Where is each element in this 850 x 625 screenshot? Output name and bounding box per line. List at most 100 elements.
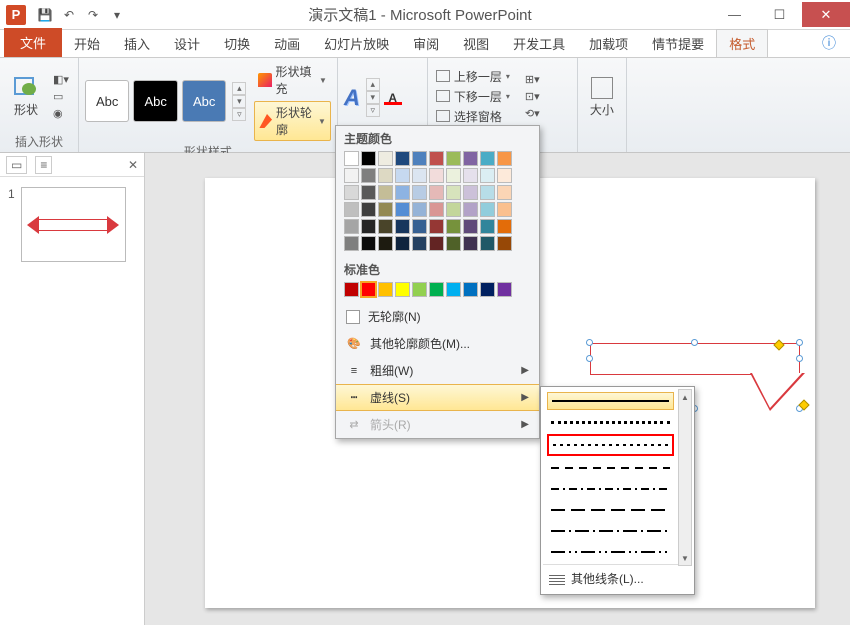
color-swatch[interactable] <box>395 236 410 251</box>
color-swatch[interactable] <box>395 151 410 166</box>
rotate-button[interactable]: ⟲▾ <box>522 106 543 121</box>
color-swatch[interactable] <box>446 219 461 234</box>
size-button[interactable]: 大小 <box>584 75 620 120</box>
color-swatch[interactable] <box>429 219 444 234</box>
color-swatch[interactable] <box>344 168 359 183</box>
tab-design[interactable]: 设计 <box>162 30 212 57</box>
color-swatch[interactable] <box>412 185 427 200</box>
color-swatch[interactable] <box>463 151 478 166</box>
color-swatch[interactable] <box>429 236 444 251</box>
slide-thumbnail[interactable] <box>21 187 126 262</box>
minimize-button[interactable]: — <box>712 2 757 27</box>
color-swatch[interactable] <box>361 185 376 200</box>
color-swatch[interactable] <box>412 202 427 217</box>
color-swatch[interactable] <box>378 185 393 200</box>
tab-animations[interactable]: 动画 <box>262 30 312 57</box>
color-swatch[interactable] <box>497 151 512 166</box>
color-swatch[interactable] <box>463 282 478 297</box>
tab-transitions[interactable]: 切换 <box>212 30 262 57</box>
color-swatch[interactable] <box>429 168 444 183</box>
color-swatch[interactable] <box>361 236 376 251</box>
tab-format[interactable]: 格式 <box>716 29 768 57</box>
tab-view[interactable]: 视图 <box>451 30 501 57</box>
tab-review[interactable]: 审阅 <box>401 30 451 57</box>
scrollbar[interactable]: ▲ ▼ <box>678 389 692 566</box>
text-fill-button[interactable]: A <box>384 91 402 105</box>
color-swatch[interactable] <box>378 219 393 234</box>
resize-handle[interactable] <box>796 339 803 346</box>
resize-handle[interactable] <box>796 355 803 362</box>
color-swatch[interactable] <box>446 202 461 217</box>
color-swatch[interactable] <box>463 219 478 234</box>
tab-insert[interactable]: 插入 <box>112 30 162 57</box>
dash-dash[interactable] <box>547 459 674 477</box>
tab-developer[interactable]: 开发工具 <box>501 30 577 57</box>
color-swatch[interactable] <box>497 168 512 183</box>
dash-long-dash[interactable] <box>547 501 674 519</box>
color-swatch[interactable] <box>480 219 495 234</box>
shape-outline-button[interactable]: 形状轮廓 ▼ <box>254 101 330 141</box>
color-swatch[interactable] <box>497 282 512 297</box>
dashes-item[interactable]: ┅ 虚线(S) ▶ <box>336 384 539 411</box>
panel-close-button[interactable]: ✕ <box>128 158 138 172</box>
edit-shape-button[interactable]: ◧▾ <box>50 72 72 87</box>
wa-up[interactable]: ▴ <box>366 78 380 91</box>
group-button[interactable]: ⊡▾ <box>522 89 543 104</box>
dash-square-dot[interactable] <box>547 434 674 456</box>
outline-tab[interactable]: ≡ <box>35 156 52 174</box>
color-swatch[interactable] <box>497 185 512 200</box>
color-swatch[interactable] <box>429 151 444 166</box>
color-swatch[interactable] <box>395 202 410 217</box>
scroll-down-button[interactable]: ▼ <box>679 551 691 565</box>
color-swatch[interactable] <box>446 185 461 200</box>
style-preset-1[interactable]: Abc <box>85 80 130 122</box>
color-swatch[interactable] <box>446 236 461 251</box>
wa-down[interactable]: ▾ <box>366 91 380 104</box>
color-swatch[interactable] <box>361 202 376 217</box>
resize-handle[interactable] <box>586 355 593 362</box>
color-swatch[interactable] <box>395 185 410 200</box>
close-button[interactable]: ✕ <box>802 2 850 27</box>
weight-item[interactable]: ≡ 粗细(W) ▶ <box>336 357 539 384</box>
color-swatch[interactable] <box>480 168 495 183</box>
color-swatch[interactable] <box>344 151 359 166</box>
color-swatch[interactable] <box>429 202 444 217</box>
undo-button[interactable]: ↶ <box>58 4 80 26</box>
resize-handle[interactable] <box>691 339 698 346</box>
dash-long-dash-dot[interactable] <box>547 522 674 540</box>
color-swatch[interactable] <box>378 236 393 251</box>
color-swatch[interactable] <box>463 168 478 183</box>
color-swatch[interactable] <box>446 168 461 183</box>
color-swatch[interactable] <box>480 282 495 297</box>
color-swatch[interactable] <box>361 282 376 297</box>
wa-more[interactable]: ▿ <box>366 104 380 117</box>
color-swatch[interactable] <box>429 282 444 297</box>
color-swatch[interactable] <box>480 202 495 217</box>
color-swatch[interactable] <box>378 151 393 166</box>
color-swatch[interactable] <box>412 219 427 234</box>
color-swatch[interactable] <box>463 236 478 251</box>
shape-fill-button[interactable]: 形状填充 ▼ <box>254 61 330 99</box>
color-swatch[interactable] <box>344 185 359 200</box>
color-swatch[interactable] <box>344 236 359 251</box>
color-swatch[interactable] <box>361 219 376 234</box>
color-swatch[interactable] <box>412 151 427 166</box>
color-swatch[interactable] <box>378 282 393 297</box>
color-swatch[interactable] <box>395 168 410 183</box>
color-swatch[interactable] <box>463 185 478 200</box>
slides-tab[interactable]: ▭ <box>6 156 27 174</box>
scroll-up-button[interactable]: ▲ <box>679 390 691 404</box>
color-swatch[interactable] <box>361 151 376 166</box>
maximize-button[interactable]: ☐ <box>757 2 802 27</box>
color-swatch[interactable] <box>361 168 376 183</box>
save-button[interactable]: 💾 <box>34 4 56 26</box>
color-swatch[interactable] <box>429 185 444 200</box>
color-swatch[interactable] <box>463 202 478 217</box>
color-swatch[interactable] <box>412 168 427 183</box>
redo-button[interactable]: ↷ <box>82 4 104 26</box>
color-swatch[interactable] <box>480 236 495 251</box>
color-swatch[interactable] <box>378 202 393 217</box>
color-swatch[interactable] <box>395 282 410 297</box>
color-swatch[interactable] <box>378 168 393 183</box>
more-lines-item[interactable]: 其他线条(L)... <box>543 564 692 592</box>
